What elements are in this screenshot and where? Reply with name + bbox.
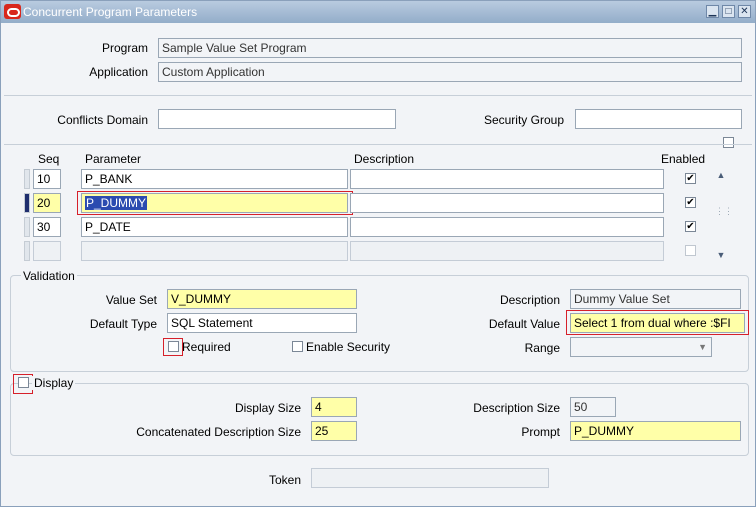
enabled-checkbox[interactable]	[685, 245, 696, 256]
value-set-field[interactable]: V_DUMMY	[167, 289, 357, 309]
application-label: Application	[89, 65, 148, 79]
conflicts-domain-label: Conflicts Domain	[57, 113, 148, 127]
description-size-field[interactable]: 50	[570, 397, 616, 417]
row-indicator[interactable]	[24, 169, 30, 189]
value-set-description-field[interactable]: Dummy Value Set	[570, 289, 741, 309]
description-column-header: Description	[354, 152, 415, 166]
display-size-label: Display Size	[234, 401, 301, 415]
seq-cell[interactable]	[33, 241, 61, 261]
description-cell[interactable]	[350, 241, 664, 261]
close-icon[interactable]: ✕	[738, 5, 751, 18]
validation-section-label: Validation	[21, 269, 77, 283]
default-value-label: Default Value	[488, 317, 560, 331]
security-group-field[interactable]	[575, 109, 742, 129]
seq-column-header: Seq	[38, 152, 60, 166]
enable-security-checkbox[interactable]	[292, 341, 303, 352]
application-field[interactable]: Custom Application	[158, 62, 742, 82]
display-size-field[interactable]: 4	[311, 397, 357, 417]
value-set-label: Value Set	[105, 293, 157, 307]
row-indicator[interactable]	[24, 217, 30, 237]
prompt-field[interactable]: P_DUMMY	[570, 421, 741, 441]
highlight-box	[566, 310, 749, 335]
row-indicator-current[interactable]	[24, 193, 30, 213]
divider	[4, 144, 752, 145]
security-group-label: Security Group	[483, 113, 564, 127]
scroll-up-icon[interactable]: ▲	[715, 169, 727, 181]
default-type-field[interactable]: SQL Statement	[167, 313, 357, 333]
scroll-thumb-icon[interactable]: ⋮⋮	[715, 205, 733, 217]
parameter-cell[interactable]: P_DATE	[81, 217, 348, 237]
description-size-label: Description Size	[473, 401, 560, 415]
required-label: Required	[182, 340, 231, 354]
display-group	[10, 383, 749, 456]
description-label: Description	[499, 293, 560, 307]
description-cell[interactable]	[350, 217, 664, 237]
minimize-icon[interactable]: ▁	[706, 5, 719, 18]
enabled-checkbox[interactable]	[685, 173, 696, 184]
oracle-logo-icon	[4, 4, 21, 19]
token-label: Token	[268, 473, 301, 487]
conflicts-domain-field[interactable]	[158, 109, 396, 129]
parameters-window: Concurrent Program Parameters ▁ □ ✕ Prog…	[0, 0, 756, 507]
description-cell[interactable]	[350, 193, 664, 213]
folder-checkbox[interactable]	[723, 137, 734, 148]
enabled-checkbox[interactable]	[685, 221, 696, 232]
seq-cell[interactable]: 20	[33, 193, 61, 213]
range-label: Range	[524, 341, 560, 355]
seq-cell[interactable]: 10	[33, 169, 61, 189]
description-cell[interactable]	[350, 169, 664, 189]
parameter-cell[interactable]	[81, 241, 348, 261]
scroll-down-icon[interactable]: ▼	[715, 249, 727, 261]
maximize-icon[interactable]: □	[722, 5, 735, 18]
chevron-down-icon: ▼	[698, 342, 707, 352]
enabled-checkbox[interactable]	[685, 197, 696, 208]
range-select[interactable]: ▼	[570, 337, 712, 357]
parameter-cell[interactable]: P_BANK	[81, 169, 348, 189]
concatenated-description-size-field[interactable]: 25	[311, 421, 357, 441]
parameter-column-header: Parameter	[85, 152, 142, 166]
window-title: Concurrent Program Parameters	[23, 5, 198, 19]
program-label: Program	[101, 41, 148, 55]
title-bar: Concurrent Program Parameters ▁ □ ✕	[1, 1, 755, 23]
seq-cell[interactable]: 30	[33, 217, 61, 237]
highlight-box	[163, 338, 183, 356]
enabled-column-header: Enabled	[661, 152, 706, 166]
highlight-box	[13, 374, 33, 394]
enable-security-label: Enable Security	[306, 340, 391, 354]
prompt-label: Prompt	[521, 425, 560, 439]
row-indicator[interactable]	[24, 241, 30, 261]
display-section-label: Display	[32, 376, 76, 390]
divider	[4, 95, 752, 96]
program-field[interactable]: Sample Value Set Program	[158, 38, 742, 58]
token-field[interactable]	[311, 468, 549, 488]
default-type-label: Default Type	[89, 317, 157, 331]
highlight-box	[77, 191, 353, 215]
concatenated-description-size-label: Concatenated Description Size	[136, 425, 301, 439]
grid-scrollbar[interactable]: ▲ ⋮⋮ ▼	[714, 169, 733, 261]
